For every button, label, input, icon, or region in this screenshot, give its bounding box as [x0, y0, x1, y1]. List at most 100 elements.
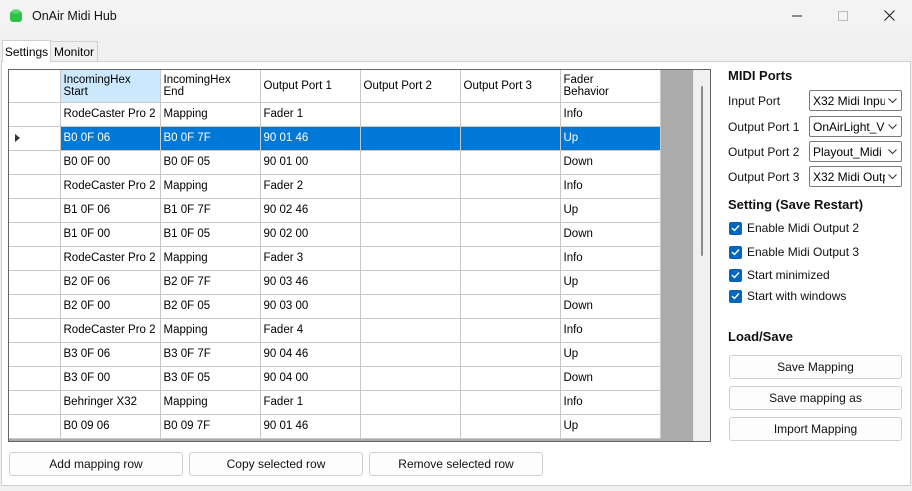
table-cell[interactable]: Up: [560, 414, 661, 439]
row-header[interactable]: [9, 174, 61, 199]
table-cell[interactable]: [460, 342, 561, 367]
minimize-button[interactable]: [774, 0, 820, 31]
table-cell[interactable]: B2 0F 06: [60, 270, 161, 295]
table-cell[interactable]: [460, 246, 561, 271]
start-minimized-checkbox[interactable]: Start minimized: [729, 268, 830, 282]
column-header[interactable]: IncomingHex Start: [60, 70, 161, 103]
table-cell[interactable]: Mapping: [160, 390, 261, 415]
row-header[interactable]: [9, 222, 61, 247]
table-cell[interactable]: [360, 390, 461, 415]
table-row[interactable]: Behringer X32 Mapping Fader 1 Info: [9, 390, 661, 415]
column-header[interactable]: IncomingHex End: [160, 70, 261, 103]
table-cell[interactable]: 90 01 00: [260, 150, 361, 175]
table-cell[interactable]: B3 0F 00: [60, 366, 161, 391]
enable-midi-output-2-checkbox[interactable]: Enable Midi Output 2: [729, 221, 859, 235]
table-cell[interactable]: Info: [560, 102, 661, 127]
input-port-select[interactable]: X32 Midi Input: [809, 90, 902, 111]
table-cell[interactable]: [360, 366, 461, 391]
table-cell[interactable]: 90 01 46: [260, 414, 361, 439]
table-cell[interactable]: B2 0F 7F: [160, 270, 261, 295]
table-cell[interactable]: 90 01 46: [260, 126, 361, 151]
table-cell[interactable]: [360, 222, 461, 247]
row-header[interactable]: [9, 126, 61, 151]
table-cell[interactable]: [460, 318, 561, 343]
table-cell[interactable]: Fader 4: [260, 318, 361, 343]
table-cell[interactable]: B0 0F 06: [60, 126, 161, 151]
table-cell[interactable]: Up: [560, 270, 661, 295]
table-row[interactable]: B1 0F 06 B1 0F 7F 90 02 46 Up: [9, 198, 661, 223]
scrollbar-thumb[interactable]: [701, 86, 703, 256]
row-header[interactable]: [9, 366, 61, 391]
table-cell[interactable]: [360, 342, 461, 367]
table-cell[interactable]: Fader 1: [260, 390, 361, 415]
maximize-button[interactable]: [820, 0, 866, 31]
table-cell[interactable]: Down: [560, 294, 661, 319]
table-cell[interactable]: B1 0F 06: [60, 198, 161, 223]
column-header[interactable]: Fader Behavior: [560, 70, 661, 103]
table-cell[interactable]: Info: [560, 318, 661, 343]
table-cell[interactable]: [360, 102, 461, 127]
table-cell[interactable]: [460, 390, 561, 415]
tab-monitor[interactable]: Monitor: [50, 41, 98, 61]
table-cell[interactable]: [360, 270, 461, 295]
table-cell[interactable]: [460, 174, 561, 199]
table-cell[interactable]: [460, 414, 561, 439]
table-cell[interactable]: B0 09 7F: [160, 414, 261, 439]
table-cell[interactable]: Info: [560, 390, 661, 415]
table-cell[interactable]: Up: [560, 126, 661, 151]
grid-vertical-scrollbar[interactable]: [693, 70, 710, 441]
table-cell[interactable]: B3 0F 7F: [160, 342, 261, 367]
table-cell[interactable]: Down: [560, 366, 661, 391]
table-row[interactable]: RodeCaster Pro 2 Mapping Fader 3 Info: [9, 246, 661, 271]
table-cell[interactable]: RodeCaster Pro 2: [60, 102, 161, 127]
table-cell[interactable]: RodeCaster Pro 2: [60, 318, 161, 343]
row-header[interactable]: [9, 198, 61, 223]
import-mapping-button[interactable]: Import Mapping: [729, 417, 902, 441]
table-row[interactable]: B0 09 06 B0 09 7F 90 01 46 Up: [9, 414, 661, 439]
table-cell[interactable]: RodeCaster Pro 2: [60, 174, 161, 199]
table-cell[interactable]: [360, 318, 461, 343]
row-header[interactable]: [9, 270, 61, 295]
tab-settings[interactable]: Settings: [2, 40, 51, 62]
mapping-grid[interactable]: IncomingHex Start IncomingHex End Output Por…: [8, 69, 711, 442]
table-cell[interactable]: [360, 246, 461, 271]
table-cell[interactable]: Info: [560, 174, 661, 199]
table-cell[interactable]: B1 0F 7F: [160, 198, 261, 223]
table-row[interactable]: B2 0F 00 B2 0F 05 90 03 00 Down: [9, 294, 661, 319]
copy-selected-row-button[interactable]: Copy selected row: [189, 452, 363, 476]
row-header[interactable]: [9, 318, 61, 343]
add-mapping-row-button[interactable]: Add mapping row: [9, 452, 183, 476]
table-cell[interactable]: Mapping: [160, 102, 261, 127]
close-button[interactable]: [866, 0, 912, 31]
enable-midi-output-3-checkbox[interactable]: Enable Midi Output 3: [729, 245, 859, 259]
table-cell[interactable]: [460, 366, 561, 391]
table-cell[interactable]: Fader 3: [260, 246, 361, 271]
table-row[interactable]: B0 0F 00 B0 0F 05 90 01 00 Down: [9, 150, 661, 175]
table-cell[interactable]: Mapping: [160, 318, 261, 343]
table-cell[interactable]: 90 04 46: [260, 342, 361, 367]
table-cell[interactable]: 90 03 46: [260, 270, 361, 295]
table-cell[interactable]: 90 02 00: [260, 222, 361, 247]
column-header[interactable]: Output Port 2: [360, 70, 461, 103]
table-row[interactable]: B3 0F 06 B3 0F 7F 90 04 46 Up: [9, 342, 661, 367]
column-header[interactable]: Output Port 3: [460, 70, 561, 103]
table-row[interactable]: B2 0F 06 B2 0F 7F 90 03 46 Up: [9, 270, 661, 295]
table-cell[interactable]: [460, 294, 561, 319]
table-cell[interactable]: B0 0F 7F: [160, 126, 261, 151]
table-cell[interactable]: B3 0F 06: [60, 342, 161, 367]
save-mapping-as-button[interactable]: Save mapping as: [729, 386, 902, 410]
output-port-2-select[interactable]: Playout_Midi: [809, 141, 902, 162]
table-row[interactable]: RodeCaster Pro 2 Mapping Fader 1 Info: [9, 102, 661, 127]
table-cell[interactable]: 90 03 00: [260, 294, 361, 319]
table-cell[interactable]: B1 0F 00: [60, 222, 161, 247]
table-cell[interactable]: Up: [560, 342, 661, 367]
table-cell[interactable]: [360, 174, 461, 199]
table-cell[interactable]: [460, 150, 561, 175]
table-cell[interactable]: B0 0F 00: [60, 150, 161, 175]
table-cell[interactable]: [360, 294, 461, 319]
save-mapping-button[interactable]: Save Mapping: [729, 355, 902, 379]
table-cell[interactable]: Mapping: [160, 174, 261, 199]
table-cell[interactable]: [360, 198, 461, 223]
table-cell[interactable]: Fader 1: [260, 102, 361, 127]
table-cell[interactable]: B3 0F 05: [160, 366, 261, 391]
